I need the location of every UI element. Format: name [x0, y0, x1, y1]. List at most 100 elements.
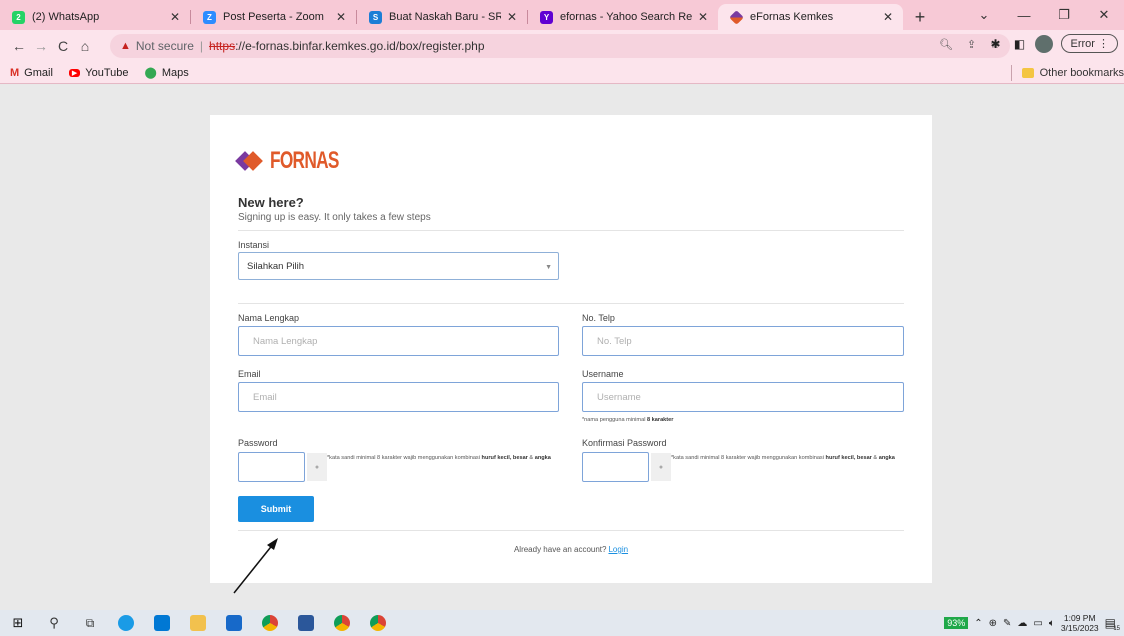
tab-whatsapp[interactable]: 2 (2) WhatsApp ✕: [0, 4, 190, 30]
bookmark-label: Maps: [161, 66, 189, 79]
back-icon[interactable]: ←: [8, 38, 30, 54]
logo-diamond-icon: [235, 150, 268, 172]
start-button[interactable]: ⊞: [0, 615, 36, 631]
taskbar-word[interactable]: [288, 615, 324, 631]
yahoo-icon: Y: [540, 10, 553, 24]
close-icon[interactable]: ✕: [698, 10, 708, 24]
close-window-button[interactable]: ✕: [1084, 7, 1124, 23]
bookmarks-bar: M Gmail ▶ YouTube ⬤ Maps Other bookmarks: [0, 62, 1124, 84]
home-icon[interactable]: ⌂: [74, 38, 96, 54]
zoom-magnifier-icon[interactable]: 🔍︎: [939, 38, 953, 51]
nama-lengkap-label: Nama Lengkap: [238, 313, 300, 323]
bookmark-gmail[interactable]: M Gmail: [10, 67, 53, 79]
tab-zoom[interactable]: Z Post Peserta - Zoom ✕: [191, 4, 356, 30]
annotation-arrow: [233, 538, 278, 594]
tab-title: Post Peserta - Zoom: [223, 11, 324, 23]
taskbar-chrome-2[interactable]: [324, 615, 360, 631]
search-button[interactable]: ⚲: [36, 615, 72, 631]
instansi-label: Instansi: [238, 240, 270, 250]
tab-srikandi[interactable]: S Buat Naskah Baru - SRIKANDI ✕: [357, 4, 527, 30]
profile-avatar[interactable]: [1035, 34, 1054, 53]
email-input[interactable]: Email: [238, 382, 559, 412]
l-app-icon: [226, 615, 242, 631]
show-password-icon[interactable]: ●: [307, 453, 327, 481]
error-label: Error: [1070, 38, 1095, 50]
konfirmasi-password-input[interactable]: [582, 452, 649, 482]
hint-text: &: [871, 455, 879, 461]
taskbar-chrome-3[interactable]: [360, 615, 396, 631]
whatsapp-icon: 2: [12, 10, 25, 24]
clock[interactable]: 1:09 PM 3/15/2023: [1061, 613, 1099, 633]
page-content: FORNAS New here? Signing up is easy. It …: [0, 85, 1124, 610]
divider: [238, 303, 904, 304]
show-hidden-icons-icon[interactable]: ⌃: [974, 618, 982, 629]
reload-icon[interactable]: C: [52, 38, 74, 54]
tab-yahoo[interactable]: Y efornas - Yahoo Search Results ✕: [528, 4, 718, 30]
other-bookmarks[interactable]: Other bookmarks: [1010, 65, 1124, 81]
no-telp-label: No. Telp: [582, 313, 615, 323]
not-secure-label: Not secure: [135, 39, 194, 53]
taskbar-explorer[interactable]: [180, 615, 216, 631]
username-label: Username: [582, 369, 624, 379]
error-button[interactable]: Error ⋮: [1061, 34, 1118, 53]
pen-icon[interactable]: ✎: [1003, 618, 1011, 629]
fornas-logo: FORNAS: [235, 147, 365, 175]
username-hint: *nama pengguna minimal 8 karakter: [582, 417, 673, 423]
hint-bold: angka: [878, 455, 895, 461]
battery-icon[interactable]: ▭: [1033, 618, 1042, 629]
nama-lengkap-placeholder: Nama Lengkap: [253, 335, 318, 347]
share-icon[interactable]: ⇪: [967, 38, 976, 51]
bookmark-youtube[interactable]: ▶ YouTube: [68, 67, 129, 79]
close-icon[interactable]: ✕: [883, 10, 893, 24]
onedrive-icon[interactable]: ☁: [1017, 618, 1027, 629]
minimize-button[interactable]: —: [1004, 8, 1044, 23]
register-card: FORNAS New here? Signing up is easy. It …: [210, 115, 932, 583]
toolbar-right: ✱ ◧ Error ⋮: [987, 34, 1118, 53]
password-hint: *kata sandi minimal 8 karakter wajib men…: [327, 455, 551, 461]
efornas-icon: [729, 9, 744, 25]
taskbar-mail[interactable]: [144, 615, 180, 631]
tab-title: eFornas Kemkes: [750, 11, 834, 23]
submit-button[interactable]: Submit: [238, 496, 314, 522]
maximize-button[interactable]: ❐: [1044, 7, 1084, 23]
notifications-icon[interactable]: ▤ 15: [1105, 616, 1120, 632]
side-panel-icon[interactable]: ◧: [1011, 36, 1027, 52]
instansi-select[interactable]: Silahkan Pilih ▼: [238, 252, 559, 280]
extensions-icon[interactable]: ✱: [987, 36, 1003, 52]
taskbar-app-l[interactable]: [216, 615, 252, 631]
close-icon[interactable]: ✕: [507, 10, 517, 24]
taskbar-chrome[interactable]: [252, 615, 288, 631]
bookmark-maps[interactable]: ⬤ Maps: [145, 66, 189, 80]
task-view-button[interactable]: ⧉: [72, 616, 108, 631]
address-bar[interactable]: ▲ Not secure | https ://e-fornas.binfar.…: [110, 34, 1010, 58]
tab-efornas[interactable]: eFornas Kemkes ✕: [718, 4, 903, 30]
close-icon[interactable]: ✕: [170, 10, 180, 24]
tab-search-icon[interactable]: ⌄: [964, 7, 1004, 23]
username-input[interactable]: Username: [582, 382, 904, 412]
instansi-selected-value: Silahkan Pilih: [247, 260, 305, 272]
network-icon[interactable]: ⊕: [989, 618, 997, 629]
forward-icon[interactable]: →: [30, 38, 52, 54]
battery-percent[interactable]: 93%: [944, 617, 969, 629]
browser-toolbar: ← → C ⌂ ▲ Not secure | https ://e-fornas…: [0, 30, 1124, 62]
taskbar-edge[interactable]: [108, 615, 144, 631]
email-label: Email: [238, 369, 261, 379]
no-telp-input[interactable]: No. Telp: [582, 326, 904, 356]
hint-text: *nama pengguna minimal: [582, 417, 647, 423]
youtube-icon: ▶: [68, 68, 81, 77]
email-placeholder: Email: [253, 391, 277, 403]
divider: |: [199, 39, 204, 53]
word-icon: [298, 615, 314, 631]
login-link[interactable]: Login: [608, 545, 628, 554]
tab-title: Buat Naskah Baru - SRIKANDI: [389, 11, 501, 23]
windows-taskbar: ⊞ ⚲ ⧉ 93% ⌃ ⊕ ✎ ☁ ▭ 🔈︎ 1:09 PM 3/15/2023…: [0, 610, 1124, 636]
show-password-icon[interactable]: ●: [651, 453, 671, 481]
hint-text: *kata sandi minimal 8 karakter wajib men…: [671, 455, 826, 461]
divider: [238, 530, 904, 531]
new-tab-button[interactable]: +: [907, 4, 933, 30]
volume-icon[interactable]: 🔈︎: [1049, 618, 1055, 629]
clock-date: 3/15/2023: [1060, 623, 1099, 633]
nama-lengkap-input[interactable]: Nama Lengkap: [238, 326, 559, 356]
password-input[interactable]: [238, 452, 305, 482]
close-icon[interactable]: ✕: [336, 10, 346, 24]
